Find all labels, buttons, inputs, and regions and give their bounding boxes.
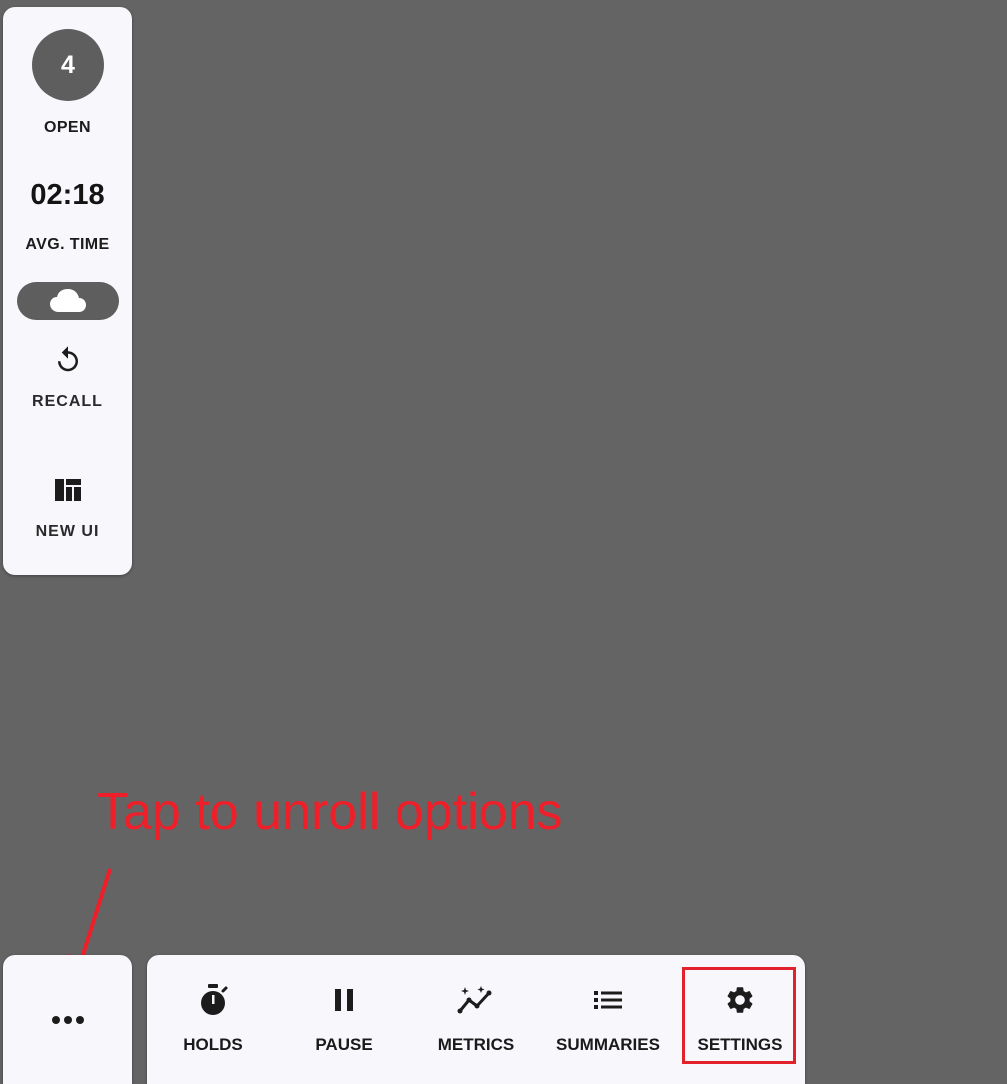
recall-icon <box>57 346 78 372</box>
more-horizontal-icon <box>51 1015 84 1024</box>
pause-label: PAUSE <box>315 1035 373 1054</box>
avg-time-label: AVG. TIME <box>25 236 110 253</box>
metrics-icon <box>457 986 492 1014</box>
pause-button[interactable]: PAUSE <box>278 955 410 1084</box>
timer-icon <box>201 984 228 1015</box>
list-icon <box>594 991 622 1009</box>
bottom-toolbar: HOLDS PAUSE METRICS SUMMARIES SETTINGS <box>147 955 805 1084</box>
avg-time-value: 02:18 <box>30 179 105 211</box>
open-label: OPEN <box>44 119 91 136</box>
cloud-sync-button[interactable] <box>17 282 119 320</box>
annotation-text: Tap to unroll options <box>97 783 563 841</box>
new-ui-button[interactable]: NEW UI <box>3 473 132 553</box>
open-count-badge: 4 <box>32 29 104 101</box>
summaries-label: SUMMARIES <box>556 1035 660 1054</box>
more-options-button[interactable] <box>3 955 132 1084</box>
cloud-icon <box>50 289 86 312</box>
recall-button[interactable]: RECALL <box>3 343 132 423</box>
holds-label: HOLDS <box>183 1035 243 1054</box>
recall-label: RECALL <box>32 393 103 410</box>
layout-icon <box>54 479 81 501</box>
new-ui-label: NEW UI <box>35 523 100 540</box>
settings-highlight-box <box>682 967 796 1064</box>
metrics-label: METRICS <box>437 1035 515 1054</box>
metrics-button[interactable]: METRICS <box>410 955 542 1084</box>
summaries-button[interactable]: SUMMARIES <box>542 955 674 1084</box>
status-panel: 4 OPEN 02:18 AVG. TIME RECALL NEW UI <box>3 7 132 575</box>
holds-button[interactable]: HOLDS <box>147 955 279 1084</box>
pause-icon <box>335 989 353 1011</box>
